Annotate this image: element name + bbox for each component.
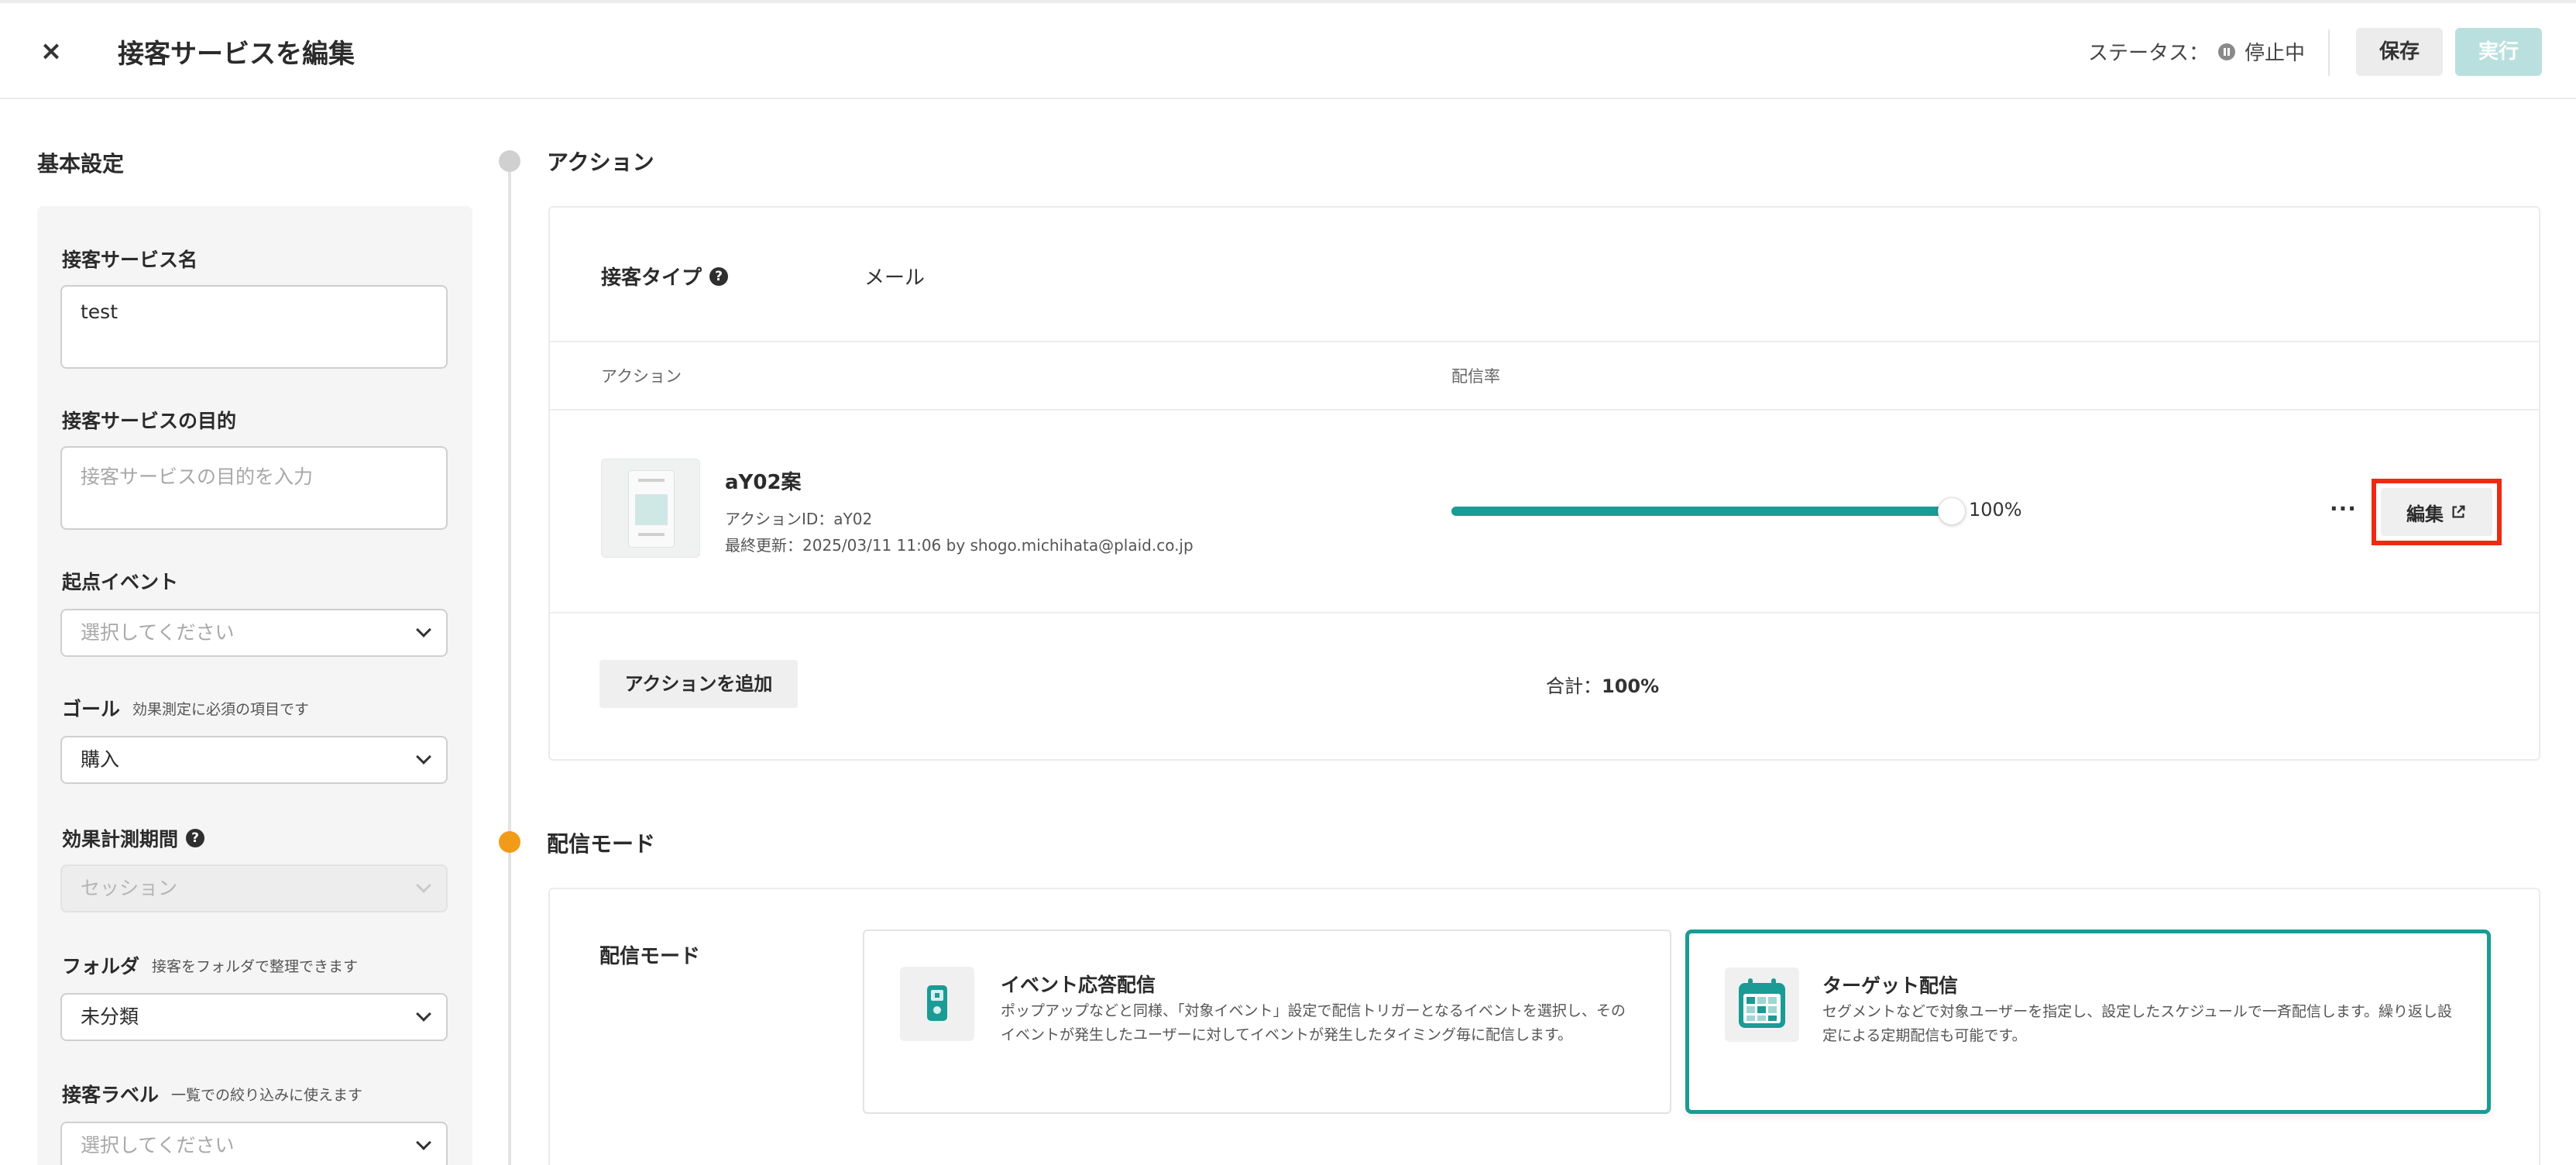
service-name-input[interactable]: test [60,285,448,369]
action-name: aY02案 [725,471,802,494]
status-indicator: ステータス： 停止中 [2088,37,2305,66]
column-header-rate: 配信率 [1451,367,1500,386]
mode-option-description: ポップアップなどと同様、「対象イベント」設定で配信トリガーとなるイベントを選択し… [1001,1002,1626,1043]
mode-option-event-response[interactable]: イベント応答配信 ポップアップなどと同様、「対象イベント」設定で配信トリガーとな… [863,930,1671,1114]
mode-option-target[interactable]: ターゲット配信 セグメントなどで対象ユーザーを指定し、設定したスケジュールで一斉… [1685,930,2491,1114]
add-action-button[interactable]: アクションを追加 [599,660,798,708]
help-icon[interactable]: ? [709,266,729,286]
start-event-label: 起点イベント [62,571,179,593]
slider-fill [1451,507,1952,516]
service-label-select[interactable]: 選択してください [60,1122,448,1165]
service-name-label: 接客サービス名 [62,249,198,271]
column-header-action: アクション [601,367,682,386]
folder-value: 未分類 [81,1005,139,1028]
save-button[interactable]: 保存 [2356,28,2443,76]
pause-icon [2218,43,2236,60]
action-card: 接客タイプ ? メール アクション 配信率 aY02案 アクションID：aY02… [548,206,2540,761]
purpose-input[interactable]: 接客サービスの目的を入力 [60,446,448,530]
close-button[interactable]: × [34,34,68,68]
total-rate: 合計：100% [1546,675,1660,697]
measure-period-label: 効果計測期間 ? [62,824,205,852]
goal-value: 購入 [81,748,120,771]
delivery-rate-slider[interactable] [1451,497,1966,525]
page-title: 接客サービスを編集 [118,39,355,70]
service-label-hint: 一覧での絞り込みに使えます [171,1086,363,1104]
start-event-placeholder: 選択してください [81,621,235,644]
help-icon[interactable]: ? [186,829,205,847]
calendar-icon [1725,967,1799,1042]
mode-option-description: セグメントなどで対象ユーザーを指定し、設定したスケジュールで一斉配信します。繰り… [1822,1003,2453,1044]
chevron-down-icon [416,878,431,893]
mode-option-title: イベント応答配信 [1001,974,1156,996]
edit-button[interactable]: 編集 [2381,488,2492,536]
chevron-down-icon [416,1135,431,1150]
action-last-updated: 最終更新：2025/03/11 11:06 by shogo.michihata… [725,536,1194,555]
chevron-down-icon [416,1006,431,1022]
more-options-button[interactable]: ··· [2330,496,2357,521]
mode-section-title: 配信モード [547,831,656,857]
action-section-title: アクション [547,149,654,175]
divider [550,341,2539,342]
folder-label: フォルダ 接客をフォルダで整理できます [62,955,359,978]
timeline-line [508,161,511,1165]
mode-card: 配信モード イベント応答配信 ポップアップなどと同様、「対象イベント」設定で配信… [548,888,2540,1165]
purpose-placeholder: 接客サービスの目的を入力 [81,466,314,488]
email-preview-icon [628,470,675,548]
goal-label: ゴール 効果測定に必須の項目です [62,698,310,720]
edit-button-label: 編集 [2406,503,2444,525]
divider [550,612,2539,613]
action-type-label: 接客タイプ ? [601,262,729,290]
goal-hint: 効果測定に必須の項目です [132,700,310,718]
mode-label: 配信モード [599,945,701,968]
run-button[interactable]: 実行 [2455,28,2542,76]
goal-select[interactable]: 購入 [60,736,448,784]
folder-select[interactable]: 未分類 [60,993,448,1041]
action-id: アクションID：aY02 [725,510,873,528]
page-header: × 接客サービスを編集 ステータス： 停止中 保存 実行 [0,3,2576,99]
slider-handle[interactable] [1938,497,1966,525]
event-trigger-icon [900,967,974,1041]
chevron-down-icon [416,622,431,637]
measure-period-value: セッション [81,877,178,899]
service-name-value: test [81,301,118,323]
action-type-value: メール [864,266,926,290]
timeline-dot-mode [499,831,520,853]
delivery-rate-value: 100% [1969,499,2022,521]
chevron-down-icon [416,749,431,765]
total-rate-value: 100% [1602,675,1660,697]
external-link-icon [2452,505,2465,518]
service-label-placeholder: 選択してください [81,1134,235,1156]
folder-hint: 接客をフォルダで整理できます [152,957,359,975]
status-value: 停止中 [2245,42,2306,65]
timeline-dot-action [499,150,520,172]
status-label: ステータス： [2088,42,2210,65]
divider [550,409,2539,411]
basic-settings-title: 基本設定 [37,151,125,177]
mode-option-title: ターゲット配信 [1822,974,1959,997]
service-label-label: 接客ラベル 一覧での絞り込みに使えます [62,1084,363,1106]
header-divider [2328,29,2330,76]
purpose-label: 接客サービスの目的 [62,410,237,432]
action-thumbnail[interactable] [601,459,700,558]
start-event-select[interactable]: 選択してください [60,609,448,657]
measure-period-select: セッション [60,864,448,912]
